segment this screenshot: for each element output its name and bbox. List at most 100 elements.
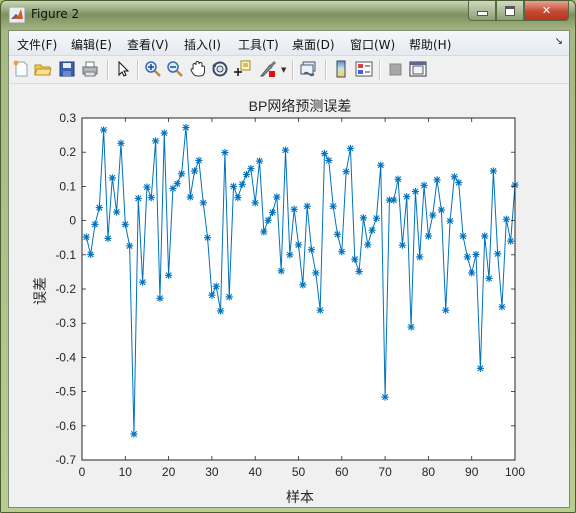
data-point-marker[interactable]	[437, 206, 445, 214]
open-file-icon[interactable]	[34, 60, 52, 78]
data-point-marker[interactable]	[238, 180, 246, 188]
data-point-marker[interactable]	[195, 156, 203, 165]
data-point-marker[interactable]	[121, 220, 129, 228]
data-point-marker[interactable]	[190, 167, 199, 175]
data-point-marker[interactable]	[442, 306, 450, 314]
data-point-marker[interactable]	[225, 293, 233, 301]
menu-help[interactable]: 帮助(H)	[409, 36, 451, 53]
data-point-marker[interactable]	[134, 194, 142, 202]
data-point-marker[interactable]	[290, 205, 298, 213]
minimize-button[interactable]	[468, 1, 496, 21]
menu-view[interactable]: 查看(V)	[127, 36, 169, 53]
data-point-marker[interactable]	[294, 241, 303, 249]
print-icon[interactable]	[81, 60, 99, 78]
data-point-marker[interactable]	[433, 176, 441, 184]
zoom-in-icon[interactable]	[144, 60, 162, 78]
data-point-marker[interactable]	[346, 144, 355, 153]
menu-edit[interactable]: 编辑(E)	[71, 36, 112, 53]
data-point-marker[interactable]	[364, 241, 372, 249]
new-figure-icon[interactable]	[12, 60, 30, 78]
zoom-out-icon[interactable]	[166, 60, 184, 78]
menu-desktop[interactable]: 桌面(D)	[292, 36, 335, 53]
data-point-marker[interactable]	[468, 269, 476, 277]
data-point-marker[interactable]	[416, 253, 424, 261]
data-point-marker[interactable]	[481, 232, 489, 240]
data-point-marker[interactable]	[165, 271, 173, 279]
data-point-marker[interactable]	[143, 183, 151, 191]
data-point-marker[interactable]	[359, 214, 368, 222]
data-point-marker[interactable]	[100, 126, 108, 134]
data-point-marker[interactable]	[472, 250, 480, 259]
menu-window[interactable]: 窗口(W)	[350, 36, 395, 53]
data-point-marker[interactable]	[403, 193, 411, 201]
data-point-marker[interactable]	[82, 233, 90, 241]
data-point-marker[interactable]	[485, 274, 493, 282]
save-icon[interactable]	[58, 60, 76, 78]
error-line-chart[interactable]: 0 10 20 30 40 50 60 70 80 90 100 -0.7 -0.6 -0.5 -0.4 -0…	[9, 84, 569, 507]
edit-plot-arrow-icon[interactable]	[114, 60, 132, 78]
data-point-marker[interactable]	[95, 203, 103, 212]
data-point-marker[interactable]	[260, 228, 268, 236]
link-plot-icon[interactable]	[300, 60, 318, 78]
pan-hand-icon[interactable]	[189, 60, 207, 78]
data-point-marker[interactable]	[281, 146, 290, 154]
data-point-marker[interactable]	[355, 267, 363, 276]
data-point-marker[interactable]	[273, 193, 281, 201]
data-point-marker[interactable]	[312, 269, 320, 277]
menu-insert[interactable]: 插入(I)	[184, 36, 221, 53]
data-point-marker[interactable]	[342, 168, 350, 176]
data-point-marker[interactable]	[299, 281, 307, 289]
data-point-marker[interactable]	[338, 248, 346, 256]
data-point-marker[interactable]	[377, 161, 385, 169]
data-point-marker[interactable]	[286, 251, 294, 259]
data-point-marker[interactable]	[108, 174, 116, 182]
data-point-marker[interactable]	[455, 179, 463, 187]
show-plot-tools-icon[interactable]	[409, 60, 427, 78]
data-point-marker[interactable]	[130, 430, 138, 438]
data-point-marker[interactable]	[203, 234, 212, 242]
data-point-marker[interactable]	[182, 123, 190, 132]
data-point-marker[interactable]	[139, 278, 147, 286]
data-point-marker[interactable]	[381, 393, 389, 401]
data-point-marker[interactable]	[303, 202, 311, 210]
data-point-marker[interactable]	[450, 173, 458, 181]
data-point-marker[interactable]	[372, 214, 381, 222]
data-point-marker[interactable]	[104, 234, 112, 242]
data-point-marker[interactable]	[199, 199, 207, 207]
data-point-marker[interactable]	[152, 137, 160, 145]
data-point-marker[interactable]	[173, 180, 181, 188]
data-point-marker[interactable]	[411, 187, 420, 196]
close-button[interactable]: ✕	[524, 1, 569, 21]
data-point-marker[interactable]	[113, 208, 121, 216]
data-point-marker[interactable]	[91, 220, 99, 228]
data-point-marker[interactable]	[221, 148, 229, 157]
data-point-marker[interactable]	[507, 237, 515, 245]
data-point-marker[interactable]	[307, 246, 316, 254]
data-point-marker[interactable]	[251, 199, 259, 207]
data-point-marker[interactable]	[186, 193, 194, 201]
data-point-marker[interactable]	[208, 291, 216, 299]
data-point-marker[interactable]	[398, 241, 407, 249]
data-point-marker[interactable]	[459, 232, 467, 240]
title-bar[interactable]: Figure 2 ✕	[1, 1, 575, 29]
data-point-marker[interactable]	[229, 182, 238, 191]
data-point-marker[interactable]	[394, 175, 402, 183]
data-point-marker[interactable]	[320, 149, 329, 158]
data-point-marker[interactable]	[429, 211, 437, 219]
data-point-marker[interactable]	[498, 303, 506, 311]
data-point-marker[interactable]	[333, 230, 342, 238]
data-point-marker[interactable]	[446, 217, 454, 225]
data-point-marker[interactable]	[242, 170, 251, 179]
data-point-marker[interactable]	[489, 167, 497, 175]
data-point-marker[interactable]	[87, 250, 95, 259]
data-point-marker[interactable]	[494, 250, 502, 258]
colorbar-icon[interactable]	[332, 60, 350, 78]
data-point-marker[interactable]	[476, 364, 484, 372]
data-point-marker[interactable]	[420, 181, 428, 189]
data-point-marker[interactable]	[390, 196, 398, 204]
data-point-marker[interactable]	[316, 306, 324, 314]
data-point-marker[interactable]	[325, 156, 333, 165]
data-point-marker[interactable]	[156, 294, 164, 302]
data-point-marker[interactable]	[277, 267, 285, 275]
data-point-marker[interactable]	[268, 208, 277, 216]
